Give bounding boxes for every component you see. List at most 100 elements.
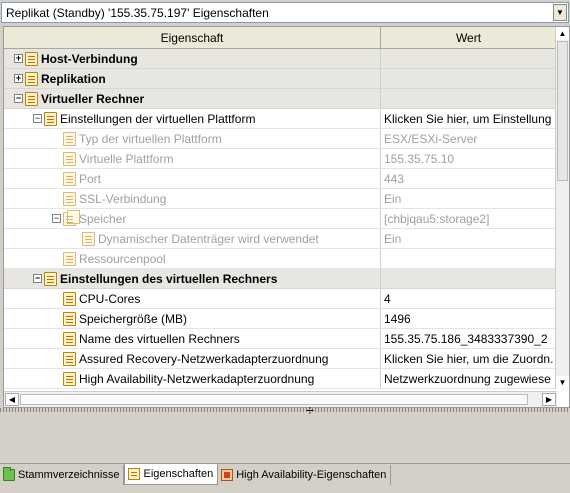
- property-label: Replikation: [41, 71, 106, 86]
- property-rows: + Host-Verbindung + Replikation − Virtue…: [4, 49, 557, 389]
- property-label: Speichergröße (MB): [79, 311, 188, 326]
- property-row-virtuelle-plattform[interactable]: Virtuelle Plattform 155.35.75.10: [4, 149, 557, 169]
- property-icon: [63, 251, 76, 266]
- property-row-ar-netzwerkadapter[interactable]: Assured Recovery-Netzwerkadapterzuordnun…: [4, 349, 557, 369]
- grid-header: Eigenschaft Wert: [4, 27, 557, 49]
- property-icon: [63, 351, 76, 366]
- property-label: Port: [79, 171, 102, 186]
- property-icon: [63, 331, 76, 346]
- property-row-port[interactable]: Port 443: [4, 169, 557, 189]
- properties-icon: [128, 468, 141, 480]
- property-group-icon: [63, 209, 80, 226]
- property-icon: [63, 171, 76, 186]
- folder-icon: [3, 467, 15, 481]
- property-icon: [63, 131, 76, 146]
- property-label: High Availability-Netzwerkadapterzuordnu…: [79, 371, 315, 386]
- column-header-value[interactable]: Wert: [381, 27, 557, 48]
- property-value: [381, 49, 557, 68]
- property-row-speichergroesse[interactable]: Speichergröße (MB) 1496: [4, 309, 557, 329]
- scenario-dropdown[interactable]: Replikat (Standby) '155.35.75.197' Eigen…: [1, 2, 569, 23]
- tab-label: Eigenschaften: [143, 468, 214, 480]
- tab-stammverzeichnisse[interactable]: Stammverzeichnisse: [0, 465, 125, 485]
- scroll-thumb[interactable]: [557, 41, 568, 181]
- property-label: Ressourcenpool: [79, 251, 166, 266]
- property-value: ESX/ESXi-Server: [384, 131, 478, 146]
- property-value[interactable]: Netzwerkzuordnung zugewiese: [381, 369, 557, 388]
- property-group-icon: [25, 49, 42, 66]
- property-value: 155.35.75.10: [384, 151, 455, 166]
- property-icon: [82, 231, 95, 246]
- property-label: Virtuelle Plattform: [79, 151, 174, 166]
- property-icon: [63, 291, 76, 306]
- collapse-icon[interactable]: −: [33, 114, 42, 123]
- bottom-tab-bar: Stammverzeichnisse Eigenschaften High Av…: [0, 463, 570, 485]
- property-label: CPU-Cores: [79, 291, 141, 306]
- property-icon: [63, 191, 76, 206]
- property-label: Einstellungen des virtuellen Rechners: [60, 271, 278, 286]
- property-row-speicher[interactable]: − Speicher [chbjqau5:storage2]: [4, 209, 557, 229]
- property-value[interactable]: 155.35.75.186_3483337390_2: [381, 329, 557, 348]
- property-group-icon: [25, 69, 42, 86]
- property-grid: Eigenschaft Wert + Host-Verbindung + Rep…: [3, 26, 570, 408]
- column-header-property[interactable]: Eigenschaft: [4, 27, 381, 48]
- property-value[interactable]: Klicken Sie hier, um die Zuordn.: [381, 349, 557, 368]
- property-label: Name des virtuellen Rechners: [79, 331, 240, 346]
- expand-icon[interactable]: +: [14, 54, 23, 63]
- scroll-left-icon[interactable]: ◀: [5, 393, 19, 406]
- property-icon: [63, 371, 76, 386]
- property-row-typ[interactable]: Typ der virtuellen Plattform ESX/ESXi-Se…: [4, 129, 557, 149]
- property-value[interactable]: 4: [381, 289, 557, 308]
- property-value: Ein: [384, 191, 402, 206]
- group-row-rechner-einstellungen[interactable]: − Einstellungen des virtuellen Rechners: [4, 269, 557, 289]
- property-value: [chbjqau5:storage2]: [384, 211, 490, 226]
- resize-handle-icon[interactable]: ÷: [304, 403, 316, 417]
- property-value: [381, 249, 557, 268]
- tab-label: Stammverzeichnisse: [18, 469, 120, 481]
- expand-icon[interactable]: +: [14, 74, 23, 83]
- property-row-ha-netzwerkadapter[interactable]: High Availability-Netzwerkadapterzuordnu…: [4, 369, 557, 389]
- property-label: SSL-Verbindung: [79, 191, 167, 206]
- property-label: Virtueller Rechner: [41, 91, 145, 106]
- property-label: Assured Recovery-Netzwerkadapterzuordnun…: [79, 351, 329, 366]
- property-label: Speicher: [79, 211, 127, 226]
- pane-splitter[interactable]: [0, 408, 570, 412]
- collapse-icon[interactable]: −: [14, 94, 23, 103]
- group-row-virtueller-rechner[interactable]: − Virtueller Rechner: [4, 89, 557, 109]
- dropdown-value: Replikat (Standby) '155.35.75.197' Eigen…: [6, 5, 269, 20]
- property-label: Dynamischer Datenträger wird verwendet: [98, 231, 319, 246]
- property-icon: [63, 311, 76, 326]
- scroll-thumb-horizontal[interactable]: [20, 394, 528, 405]
- tab-eigenschaften[interactable]: Eigenschaften: [124, 464, 219, 485]
- property-row-ressourcenpool[interactable]: Ressourcenpool: [4, 249, 557, 269]
- tab-high-availability-eigenschaften[interactable]: High Availability-Eigenschaften: [218, 465, 392, 485]
- property-value[interactable]: 1496: [381, 309, 557, 328]
- property-row-ssl[interactable]: SSL-Verbindung Ein: [4, 189, 557, 209]
- property-value[interactable]: Klicken Sie hier, um Einstellung: [381, 109, 557, 128]
- collapse-icon[interactable]: −: [52, 214, 61, 223]
- property-value: 443: [384, 171, 405, 186]
- scroll-up-icon[interactable]: ▲: [556, 27, 569, 40]
- vertical-scrollbar[interactable]: ▲ ▼: [555, 27, 569, 389]
- property-label: Einstellungen der virtuellen Plattform: [60, 111, 256, 126]
- property-icon: [63, 151, 76, 166]
- property-group-icon: [44, 269, 61, 286]
- property-row-rechner-name[interactable]: Name des virtuellen Rechners 155.35.75.1…: [4, 329, 557, 349]
- property-row-cpu-cores[interactable]: CPU-Cores 4: [4, 289, 557, 309]
- property-row-plattform-einstellungen[interactable]: − Einstellungen der virtuellen Plattform…: [4, 109, 557, 129]
- tab-label: High Availability-Eigenschaften: [236, 469, 387, 481]
- property-label: Typ der virtuellen Plattform: [79, 131, 222, 146]
- property-value: Ein: [384, 231, 402, 246]
- high-availability-icon: [221, 469, 234, 481]
- horizontal-scrollbar[interactable]: ◀ ▶: [4, 391, 557, 407]
- property-value: [381, 269, 557, 288]
- chevron-down-icon[interactable]: ▼: [553, 4, 567, 21]
- group-row-host-verbindung[interactable]: + Host-Verbindung: [4, 49, 557, 69]
- scroll-right-icon[interactable]: ▶: [542, 393, 556, 406]
- property-value: [381, 69, 557, 88]
- property-group-icon: [44, 109, 61, 126]
- group-row-replikation[interactable]: + Replikation: [4, 69, 557, 89]
- property-group-icon: [25, 89, 42, 106]
- collapse-icon[interactable]: −: [33, 274, 42, 283]
- scroll-down-icon[interactable]: ▼: [556, 376, 569, 389]
- property-row-dynamischer-datentraeger[interactable]: Dynamischer Datenträger wird verwendet E…: [4, 229, 557, 249]
